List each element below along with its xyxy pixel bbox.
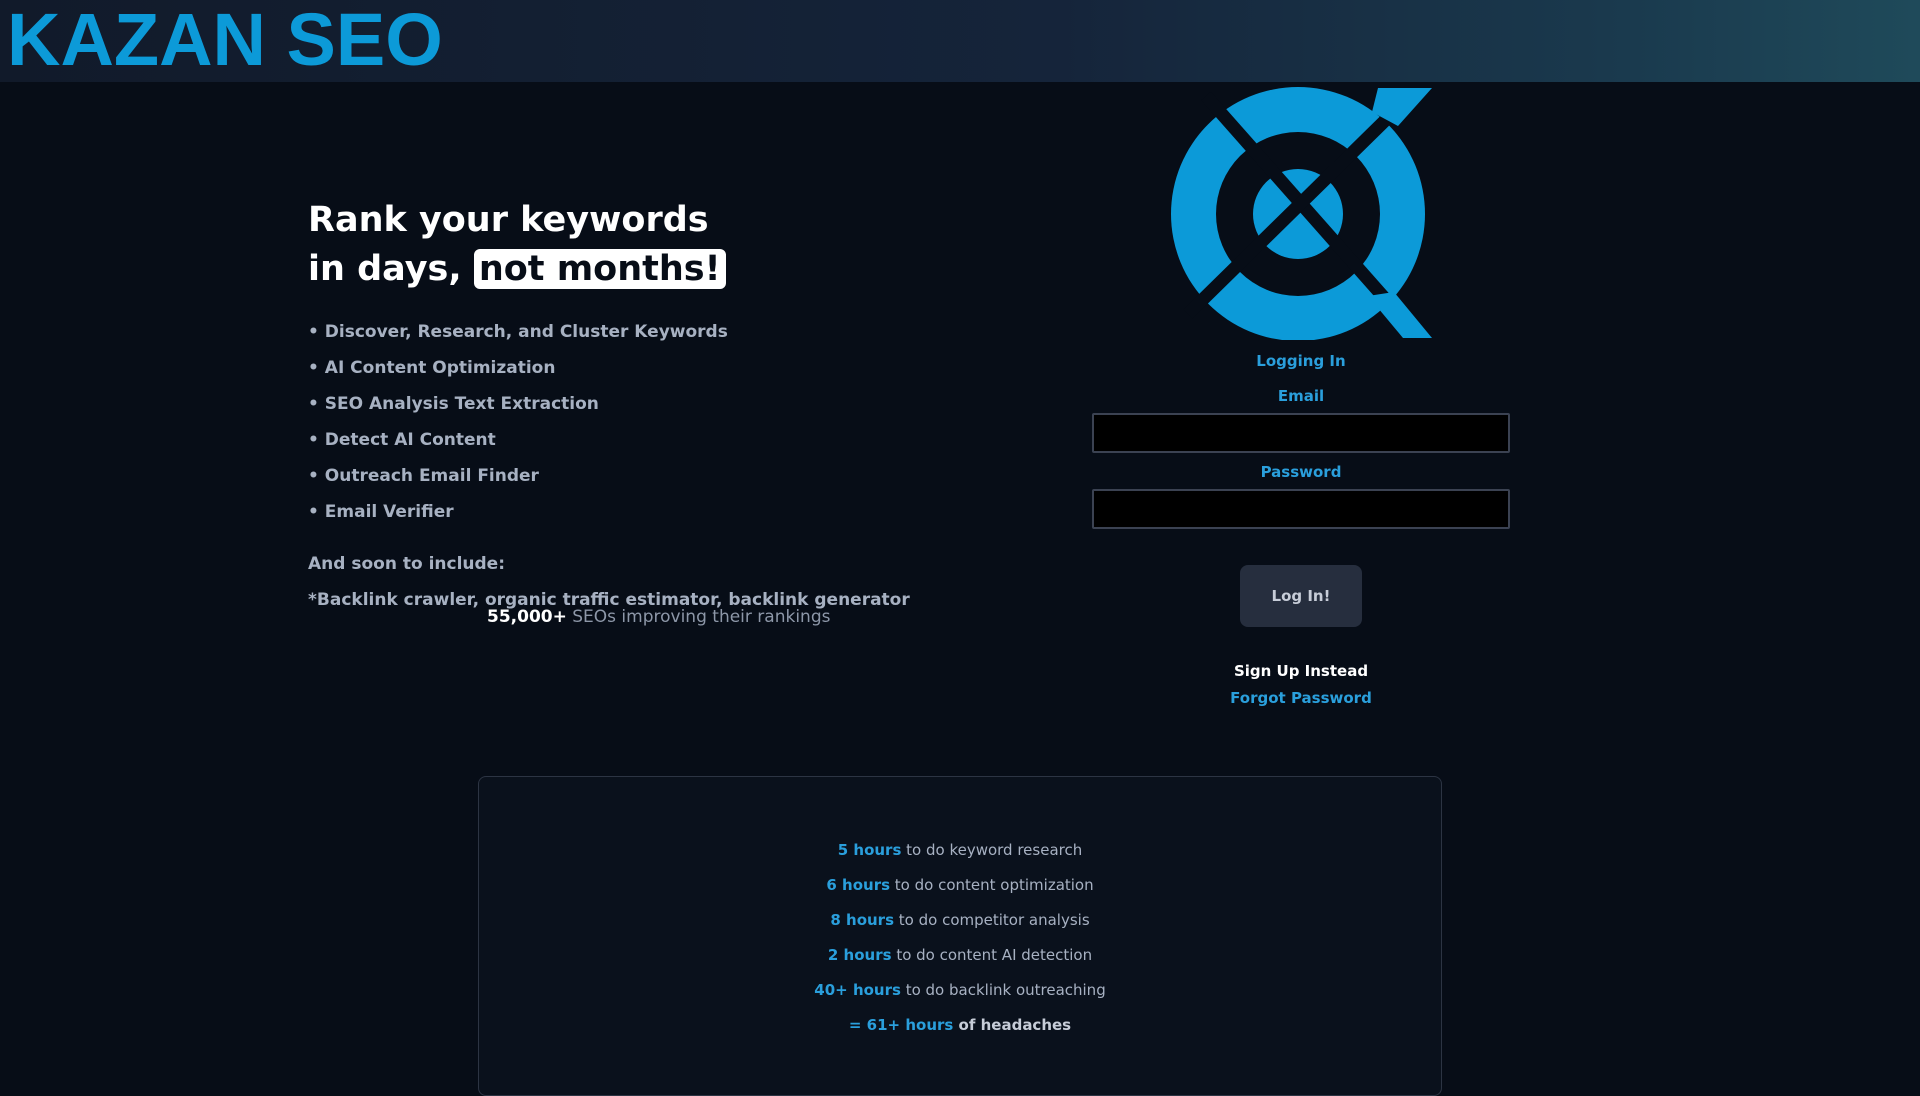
list-item: 5 hours to do keyword research	[479, 833, 1441, 868]
social-proof-text: SEOs improving their rankings	[566, 607, 831, 627]
feature-item: • Detect AI Content	[308, 430, 496, 450]
feature-item: • Email Verifier	[308, 502, 454, 522]
list-item: 8 hours to do competitor analysis	[479, 903, 1441, 938]
brand-title[interactable]: KAZAN SEO	[7, 0, 443, 80]
password-field[interactable]	[1092, 489, 1510, 529]
sign-up-link[interactable]: Sign Up Instead	[1092, 658, 1510, 685]
hours-description: to do backlink outreaching	[900, 981, 1106, 999]
feature-item: • AI Content Optimization	[308, 358, 556, 378]
login-title: Logging In	[1256, 352, 1346, 370]
hours-description: to do competitor analysis	[894, 911, 1090, 929]
login-button[interactable]: Log In!	[1240, 565, 1362, 627]
hero-headline: Rank your keywords in days, not months!	[308, 196, 868, 294]
hero-section: Rank your keywords in days, not months! …	[308, 196, 910, 618]
hours-value: 2 hours	[827, 946, 892, 964]
time-savings-list: 5 hours to do keyword research 6 hours t…	[479, 833, 1441, 1043]
login-form: Logging In Email Password Log In! Sign U…	[1092, 350, 1510, 712]
hours-value: 40+ hours	[814, 981, 901, 999]
social-proof: 55,000+ SEOs improving their rankings	[487, 603, 830, 631]
list-item: 6 hours to do content optimization	[479, 868, 1441, 903]
kazan-logo-icon	[1171, 87, 1432, 340]
feature-item: • SEO Analysis Text Extraction	[308, 394, 599, 414]
list-item: 40+ hours to do backlink outreaching	[479, 973, 1441, 1008]
social-proof-count: 55,000+	[487, 607, 567, 627]
password-label: Password	[1260, 463, 1342, 481]
hours-value: 6 hours	[826, 876, 891, 894]
hours-description: to do keyword research	[901, 841, 1083, 859]
total-hours-description: of headaches	[953, 1016, 1072, 1034]
hours-description: to do content optimization	[890, 876, 1094, 894]
headline-line-1: Rank your keywords	[308, 200, 709, 240]
coming-soon-label: And soon to include:	[308, 554, 506, 574]
email-field[interactable]	[1092, 413, 1510, 453]
time-savings-panel: 5 hours to do keyword research 6 hours t…	[478, 776, 1442, 1096]
list-item: 2 hours to do content AI detection	[479, 938, 1441, 973]
feature-item: • Discover, Research, and Cluster Keywor…	[308, 322, 728, 342]
logo-bottom-blade	[1368, 292, 1432, 338]
top-header: KAZAN SEO	[0, 0, 1920, 82]
total-hours-value: = 61+ hours	[848, 1016, 954, 1034]
total-row: = 61+ hours of headaches	[479, 1008, 1441, 1043]
feature-item: • Outreach Email Finder	[308, 466, 539, 486]
email-label: Email	[1277, 387, 1325, 405]
hours-value: 5 hours	[837, 841, 902, 859]
hours-value: 8 hours	[830, 911, 895, 929]
hours-description: to do content AI detection	[891, 946, 1093, 964]
headline-line-2-prefix: in days,	[308, 249, 462, 289]
forgot-password-link[interactable]: Forgot Password	[1092, 685, 1510, 712]
headline-highlight: not months!	[473, 249, 726, 289]
feature-list: • Discover, Research, and Cluster Keywor…	[308, 314, 868, 530]
